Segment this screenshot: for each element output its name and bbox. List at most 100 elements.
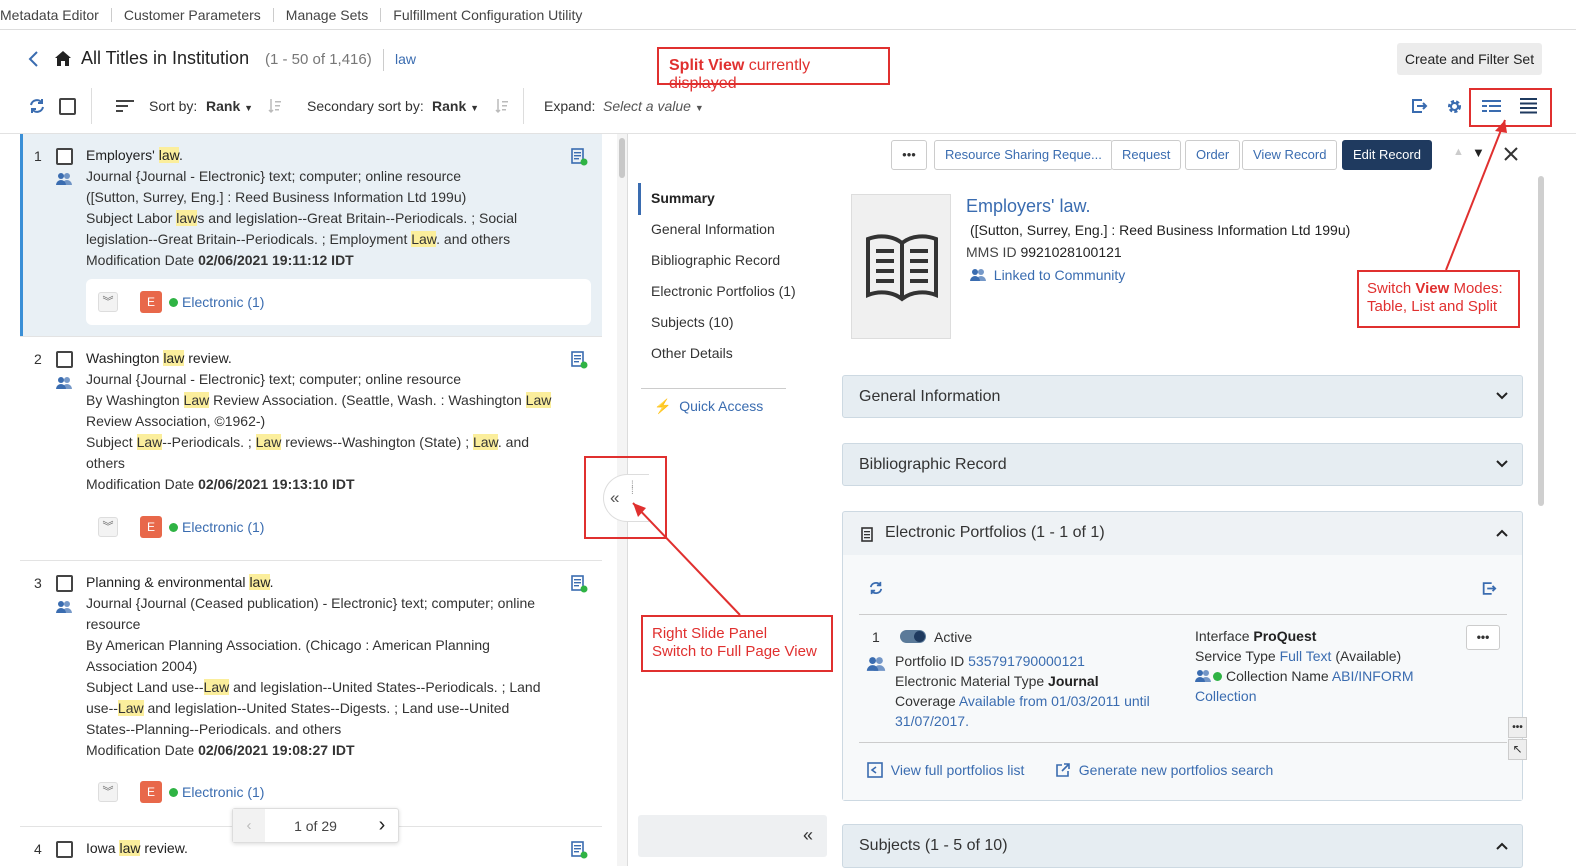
result-mod-date: Modification Date 02/06/2021 19:08:27 ID… [86,742,355,758]
create-filter-set-button[interactable]: Create and Filter Set [1397,43,1542,75]
edit-record-button[interactable]: Edit Record [1342,140,1432,170]
linked-community[interactable]: Linked to Community [970,267,1125,283]
next-record-icon[interactable]: ▼ [1472,145,1485,160]
nav-fulfillment-config[interactable]: Fulfillment Configuration Utility [381,8,594,22]
chevron-down-icon[interactable] [1496,392,1508,400]
nav-metadata-editor[interactable]: Metadata Editor [0,7,112,22]
gear-icon[interactable] [1446,98,1463,115]
sort-icon [116,99,134,113]
result-publisher: By American Planning Association. (Chica… [86,637,490,674]
list-item[interactable]: 3 Planning & environmental law. Journal … [20,562,602,827]
resource-sharing-button[interactable]: Resource Sharing Reque... [934,140,1113,170]
close-icon[interactable] [1503,146,1519,162]
prev-page-button[interactable]: ‹ [233,809,265,842]
secondary-sort-select[interactable]: Rank ▼ [432,98,479,114]
list-item[interactable]: 1 Employers' law. Journal {Journal - Ele… [20,134,602,337]
nav-other-details[interactable]: Other Details [651,338,796,369]
expand-toggle[interactable]: ︾ [98,292,118,312]
search-query[interactable]: law [395,51,416,67]
available-dot [169,297,178,307]
back-icon[interactable] [27,50,41,68]
result-subject: Subject Labor laws and legislation--Grea… [86,210,518,247]
portfolio-status: Active [934,629,973,645]
divider [523,88,524,124]
nav-bibliographic-record[interactable]: Bibliographic Record [651,245,796,276]
next-page-button[interactable]: › [366,814,398,837]
nav-summary[interactable]: Summary [651,183,796,214]
nav-customer-parameters[interactable]: Customer Parameters [112,7,274,22]
expand-select[interactable]: Select a value ▼ [603,98,704,114]
portfolio-service: Interface ProQuest Service Type Full Tex… [1195,628,1414,704]
divider [383,49,384,71]
nav-general-information[interactable]: General Information [651,214,796,245]
expand-toggle[interactable]: ︾ [98,782,118,802]
nav-subjects[interactable]: Subjects (10) [651,307,796,338]
record-thumbnail [851,194,951,339]
record-status-icon [571,351,588,369]
order-button[interactable]: Order [1185,140,1241,170]
sort-select[interactable]: Rank ▼ [206,98,253,114]
availability-link[interactable]: Electronic (1) [182,294,264,310]
nav-electronic-portfolios[interactable]: Electronic Portfolios (1) [651,276,796,307]
export-icon[interactable] [1481,581,1497,596]
annotation-highlight-view-modes [1469,88,1552,127]
community-users-icon [1195,670,1211,682]
select-all-checkbox[interactable] [59,98,76,115]
active-nav-indicator [638,183,641,215]
annotation-switch-view: Switch View Modes: Table, List and Split [1357,270,1520,328]
more-actions-button[interactable]: ••• [891,140,927,170]
bibliographic-record-section[interactable]: Bibliographic Record [842,443,1523,486]
generate-portfolios-search-link[interactable]: Generate new portfolios search [1055,762,1273,778]
service-type-link[interactable]: Full Text [1280,648,1332,664]
back-to-top-button[interactable]: ↖ [1508,739,1527,760]
view-full-portfolios-link[interactable]: View full portfolios list [867,762,1024,778]
availability-link[interactable]: Electronic (1) [182,784,264,800]
availability-bar: ︾ E Electronic (1) [86,504,591,550]
community-users-icon [56,600,72,614]
portfolio-id-link[interactable]: 535791790000121 [968,653,1085,669]
row-checkbox[interactable] [56,575,73,592]
portfolio-more-button[interactable]: ••• [1466,625,1500,650]
view-record-button[interactable]: View Record [1242,140,1338,170]
floating-more-button[interactable]: ••• [1508,717,1527,738]
chevron-down-icon[interactable] [1496,460,1508,468]
record-title[interactable]: Employers' law. [966,196,1090,217]
divider [641,388,786,389]
quick-access-link[interactable]: ⚡ Quick Access [654,398,763,415]
chevron-up-icon[interactable] [1496,529,1508,537]
row-checkbox[interactable] [56,148,73,165]
export-icon[interactable] [1410,98,1428,114]
refresh-icon[interactable] [29,98,45,114]
result-title[interactable]: Employers' law. [86,145,556,166]
general-information-section[interactable]: General Information [842,375,1523,418]
active-toggle[interactable] [900,630,926,643]
result-title[interactable]: Washington law review. [86,348,556,369]
section-title: Bibliographic Record [859,456,1007,473]
expand-toggle[interactable]: ︾ [98,517,118,537]
list-item[interactable]: 2 Washington law review. Journal {Journa… [20,338,602,561]
sort-direction-icon[interactable] [268,98,282,114]
row-checkbox[interactable] [56,841,73,858]
request-button[interactable]: Request [1111,140,1182,170]
row-checkbox[interactable] [56,351,73,368]
result-number: 2 [34,351,42,367]
record-scrollbar[interactable] [1536,176,1546,866]
result-subject: Subject Law--Periodicals. ; Law reviews-… [86,434,530,471]
home-icon[interactable] [54,50,72,67]
result-mod-date: Modification Date 02/06/2021 19:11:12 ID… [86,252,354,268]
refresh-icon[interactable] [869,581,883,595]
collapse-sidenav-button[interactable]: « [638,815,827,857]
divider [91,88,92,124]
subjects-section[interactable]: Subjects (1 - 5 of 10) [842,824,1523,868]
previous-record-icon[interactable]: ▲ [1453,146,1464,158]
availability-link[interactable]: Electronic (1) [182,519,264,535]
pager: ‹ 1 of 29 › [232,808,399,843]
nav-manage-sets[interactable]: Manage Sets [274,7,382,22]
chevron-up-icon[interactable] [1496,842,1508,850]
secondary-sort-direction-icon[interactable] [495,98,509,114]
community-users-icon [866,656,886,672]
result-count: (1 - 50 of 1,416) [265,51,372,68]
result-number: 4 [34,841,42,857]
result-title[interactable]: Planning & environmental law. [86,572,556,593]
top-navigation: Metadata Editor Customer Parameters Mana… [0,0,1576,30]
